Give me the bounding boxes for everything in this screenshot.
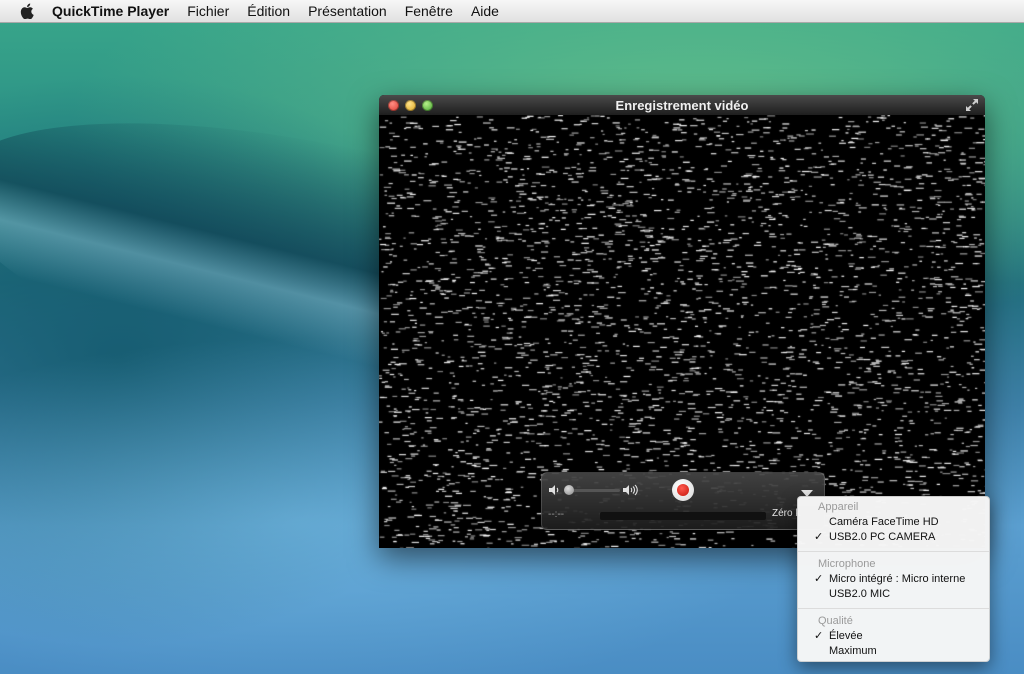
menu-item-internal-mic[interactable]: ✓ Micro intégré : Micro interne	[798, 572, 989, 587]
record-button[interactable]	[672, 479, 694, 501]
checkmark-icon: ✓	[814, 531, 824, 543]
checkmark-icon: ✓	[814, 630, 824, 642]
menu-item-label: Maximum	[829, 645, 877, 657]
menu-header-microphone: Microphone	[818, 558, 876, 570]
menu-item-usb-camera[interactable]: ✓ USB2.0 PC CAMERA	[798, 530, 989, 545]
menu-item-camera-facetime[interactable]: Caméra FaceTime HD	[798, 515, 989, 530]
menu-item-quality-high[interactable]: ✓ Élevée	[798, 629, 989, 644]
menu-item-label: Micro intégré : Micro interne	[829, 573, 966, 585]
checkmark-icon: ✓	[814, 573, 824, 585]
menu-item-quality-maximum[interactable]: Maximum	[798, 644, 989, 659]
window-title: Enregistrement vidéo	[615, 98, 749, 113]
menu-header-qualite: Qualité	[818, 615, 853, 627]
options-menu-button[interactable]	[800, 485, 814, 497]
video-recording-window: Enregistrement vidéo --:-- Zéro k	[379, 95, 985, 548]
speaker-high-icon[interactable]	[622, 482, 638, 498]
speaker-low-icon[interactable]	[548, 483, 562, 497]
recording-progress-bar	[600, 512, 766, 520]
menu-bar: QuickTime Player Fichier Édition Présent…	[0, 0, 1024, 23]
recording-time: --:--	[548, 509, 565, 520]
menu-edition[interactable]: Édition	[247, 3, 290, 19]
options-popup-menu: Appareil Caméra FaceTime HD ✓ USB2.0 PC …	[797, 496, 990, 662]
menu-item-label: Élevée	[829, 630, 863, 642]
window-titlebar[interactable]: Enregistrement vidéo	[379, 95, 985, 115]
menu-separator	[798, 551, 989, 552]
volume-slider-knob[interactable]	[564, 485, 574, 495]
menu-item-label: Caméra FaceTime HD	[829, 516, 939, 528]
menu-separator	[798, 608, 989, 609]
menu-fichier[interactable]: Fichier	[187, 3, 229, 19]
recording-controls-hud: --:-- Zéro k	[541, 472, 825, 530]
menu-item-label: USB2.0 MIC	[829, 588, 891, 600]
menu-item-usb-mic[interactable]: USB2.0 MIC	[798, 587, 989, 602]
menu-aide[interactable]: Aide	[471, 3, 499, 19]
menu-item-label: USB2.0 PC CAMERA	[829, 531, 936, 543]
menu-header-appareil: Appareil	[818, 501, 859, 513]
fullscreen-icon[interactable]	[965, 98, 979, 112]
menu-app-name[interactable]: QuickTime Player	[52, 3, 169, 19]
menu-fenetre[interactable]: Fenêtre	[405, 3, 453, 19]
menu-presentation[interactable]: Présentation	[308, 3, 387, 19]
apple-icon[interactable]	[18, 2, 36, 20]
record-icon	[677, 484, 689, 496]
